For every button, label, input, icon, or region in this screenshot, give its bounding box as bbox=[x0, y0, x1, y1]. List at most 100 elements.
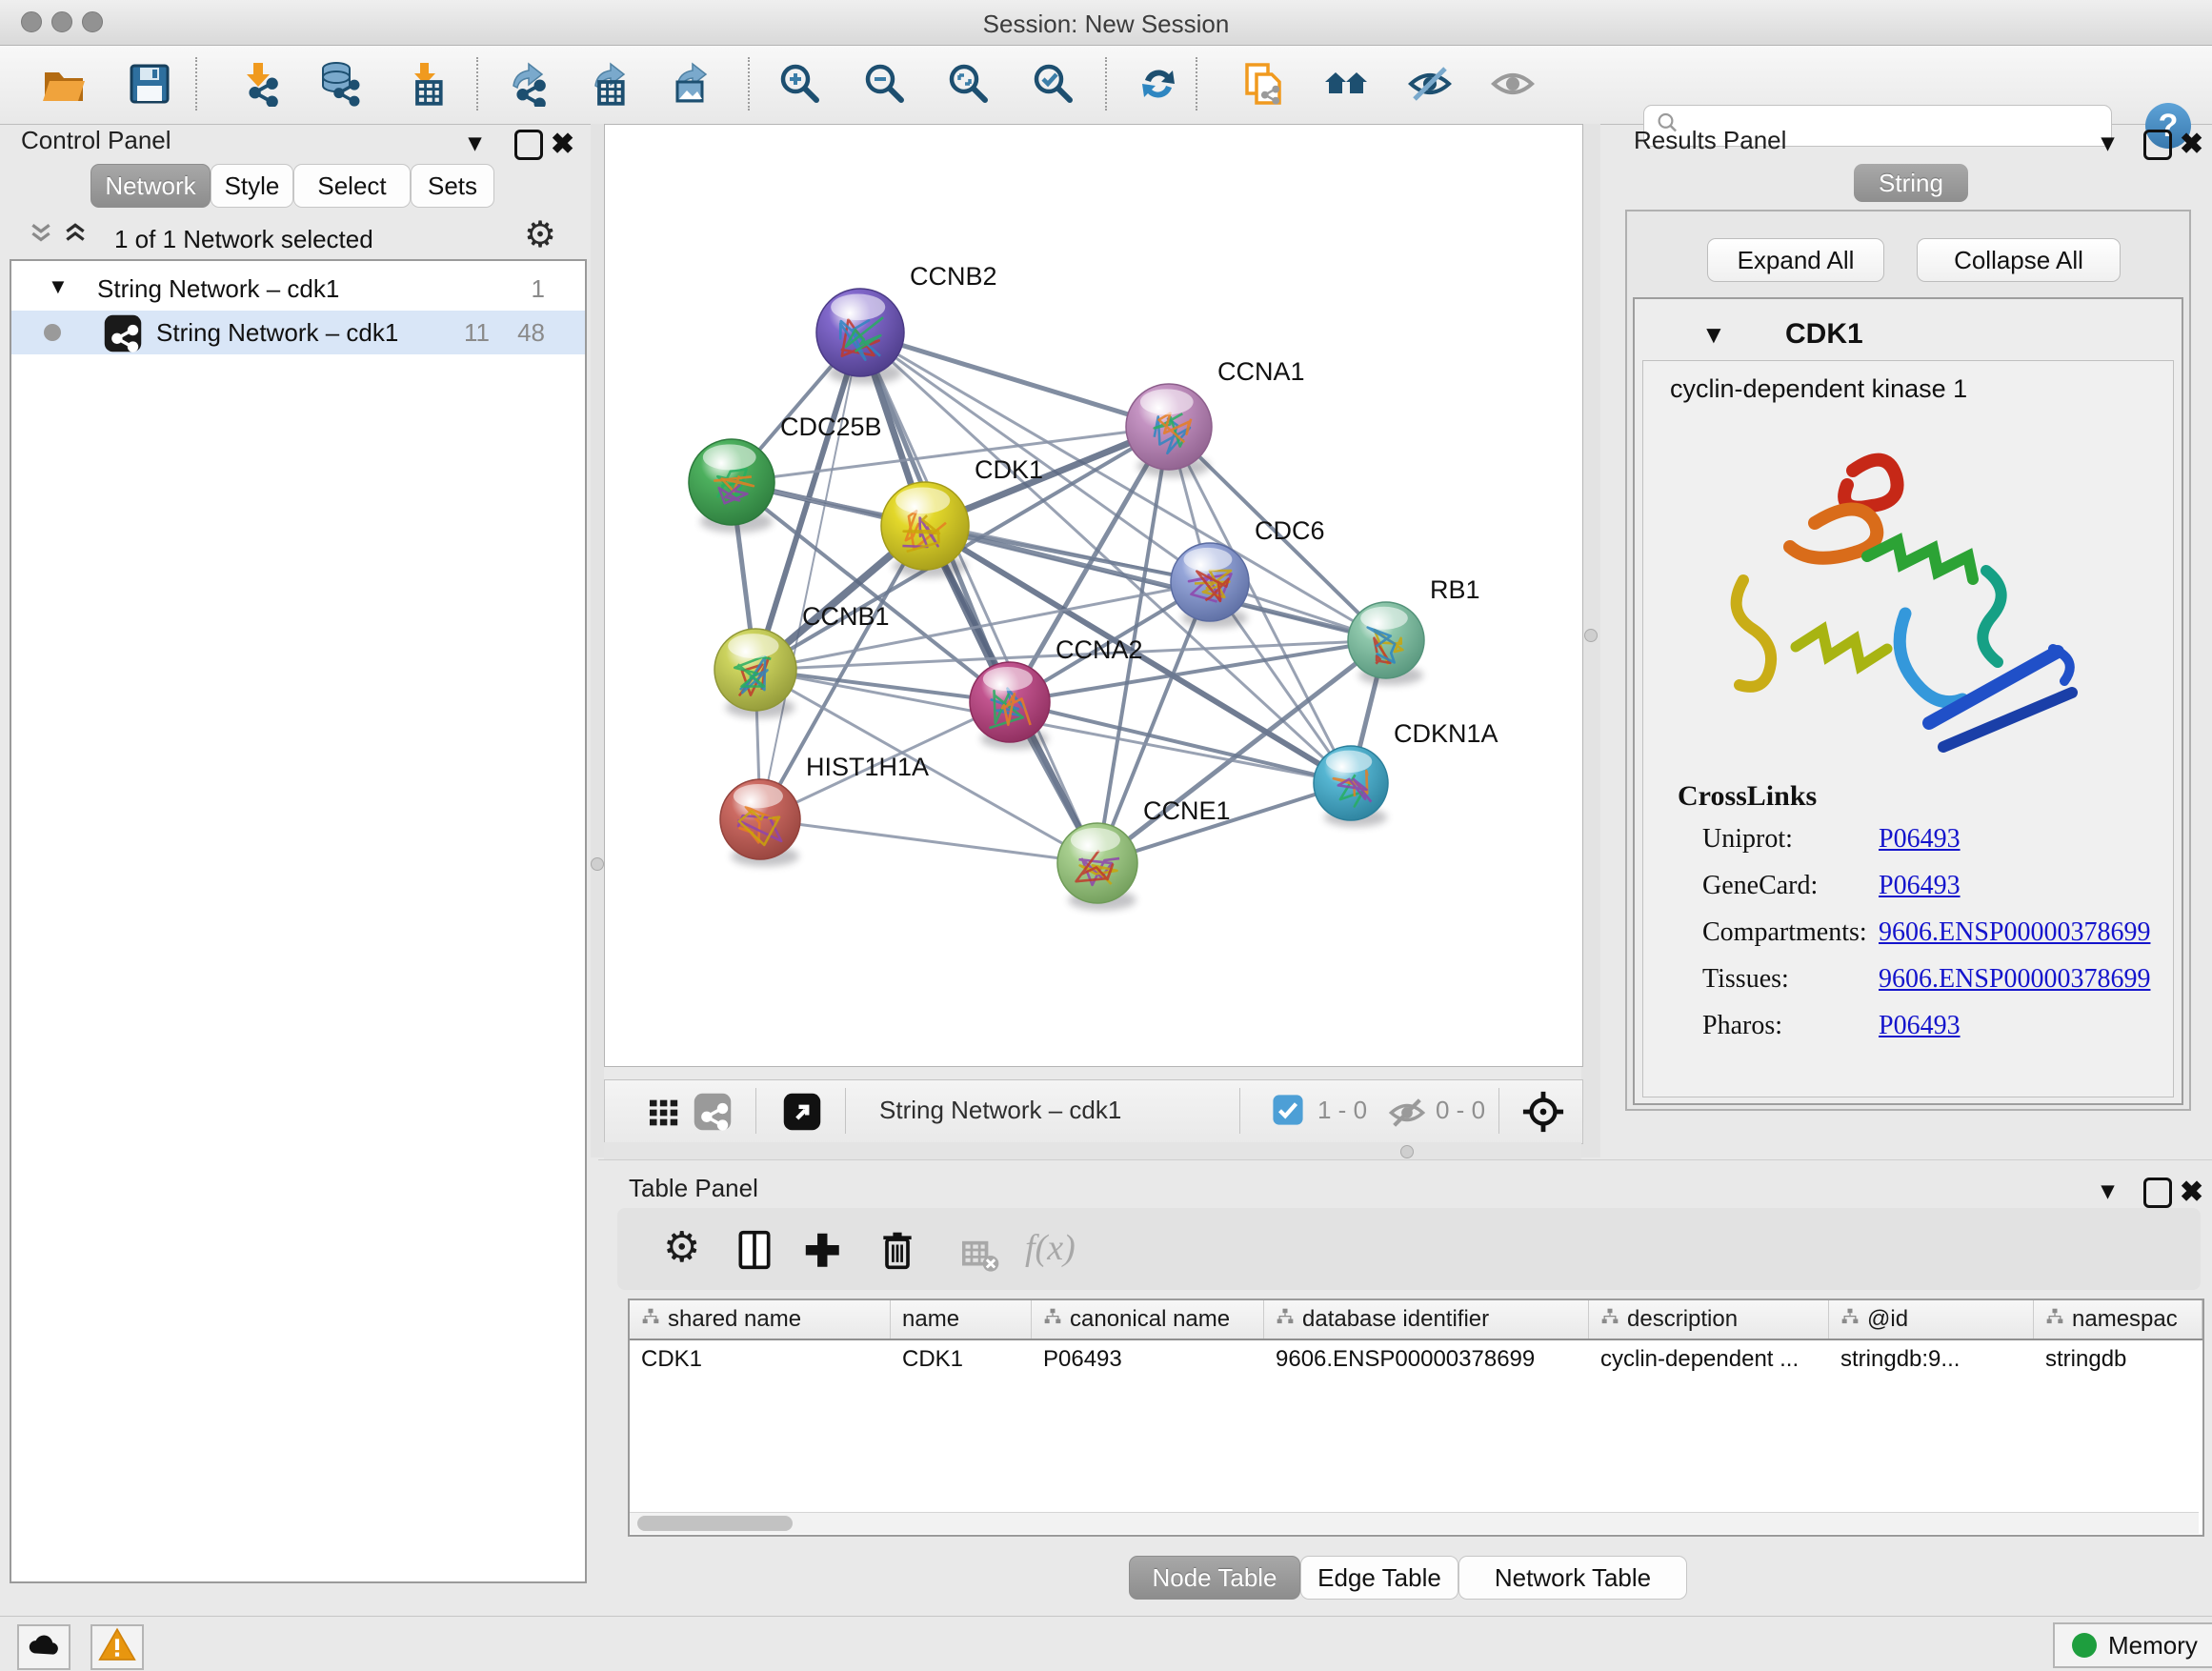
zoom-selected-icon[interactable] bbox=[1028, 59, 1077, 109]
network-edge[interactable] bbox=[760, 332, 860, 819]
function-builder-icon[interactable]: f(x) bbox=[1025, 1227, 1076, 1269]
column-header-shared-name[interactable]: shared name bbox=[630, 1300, 891, 1339]
expand-all-button[interactable]: Expand All bbox=[1707, 238, 1884, 282]
network-tree-row[interactable]: ▼ String Network – cdk1 1 bbox=[11, 267, 585, 311]
open-in-window-icon[interactable] bbox=[782, 1092, 822, 1137]
table-cell[interactable]: P06493 bbox=[1032, 1340, 1264, 1379]
expand-all-networks-icon[interactable] bbox=[29, 221, 53, 251]
export-image-icon[interactable] bbox=[666, 59, 715, 109]
collapse-all-networks-icon[interactable] bbox=[63, 221, 88, 251]
tab-network[interactable]: Network bbox=[90, 164, 211, 208]
import-database-icon[interactable] bbox=[315, 59, 365, 109]
table-panel-close-icon[interactable]: ✖ bbox=[2180, 1176, 2203, 1209]
control-panel-float-icon[interactable] bbox=[514, 130, 543, 160]
network-node-RB1[interactable] bbox=[1348, 602, 1424, 678]
network-node-CDKN1A[interactable] bbox=[1314, 746, 1388, 820]
column-header-canonical-name[interactable]: canonical name bbox=[1032, 1300, 1264, 1339]
grid-view-icon[interactable] bbox=[645, 1094, 683, 1137]
control-panel-collapse-icon[interactable]: ▾ bbox=[469, 128, 481, 157]
table-cell[interactable]: CDK1 bbox=[891, 1340, 1032, 1379]
table-cell[interactable]: CDK1 bbox=[630, 1340, 891, 1379]
table-cell[interactable]: stringdb:9... bbox=[1829, 1340, 2034, 1379]
table-hscrollbar[interactable] bbox=[630, 1512, 2199, 1534]
zoom-out-icon[interactable] bbox=[859, 59, 909, 109]
network-edge[interactable] bbox=[760, 819, 1097, 863]
import-network-icon[interactable] bbox=[234, 59, 284, 109]
crosslink-link[interactable]: 9606.ENSP00000378699 bbox=[1879, 964, 2150, 995]
left-splitter[interactable] bbox=[591, 124, 604, 1158]
hide-eye-icon[interactable] bbox=[1405, 59, 1455, 109]
clone-network-icon[interactable] bbox=[1239, 59, 1289, 109]
network-node-CCNB1[interactable] bbox=[714, 629, 796, 711]
network-node-HIST1H1A[interactable] bbox=[720, 779, 800, 859]
network-graph[interactable]: CCNB2CCNA1CDC25BCDK1CDC6RB1CCNB1CCNA2CDK… bbox=[605, 125, 1582, 1066]
tab-style[interactable]: Style bbox=[211, 164, 293, 208]
table-panel-float-icon[interactable] bbox=[2143, 1178, 2172, 1208]
delete-table-icon[interactable] bbox=[962, 1237, 1000, 1279]
network-edge[interactable] bbox=[860, 332, 1097, 863]
column-header-namespac[interactable]: namespac bbox=[2034, 1300, 2202, 1339]
network-node-CDC25B[interactable] bbox=[689, 439, 774, 525]
home-pair-icon[interactable] bbox=[1321, 59, 1371, 109]
column-header--id[interactable]: @id bbox=[1829, 1300, 2034, 1339]
export-network-icon[interactable] bbox=[502, 59, 552, 109]
tab-node-table[interactable]: Node Table bbox=[1129, 1556, 1300, 1600]
results-panel-float-icon[interactable] bbox=[2143, 130, 2172, 160]
tree-expand-icon[interactable]: ▼ bbox=[48, 274, 69, 299]
selected-checkbox-icon[interactable] bbox=[1272, 1094, 1304, 1131]
tab-string[interactable]: String bbox=[1854, 164, 1968, 202]
left-splitter-handle[interactable] bbox=[591, 857, 604, 871]
results-panel-collapse-icon[interactable]: ▾ bbox=[2101, 128, 2114, 157]
protein-collapse-icon[interactable]: ▼ bbox=[1701, 320, 1726, 350]
table-row[interactable]: CDK1CDK1P064939606.ENSP00000378699cyclin… bbox=[630, 1340, 2202, 1379]
column-header-description[interactable]: description bbox=[1589, 1300, 1829, 1339]
table-panel-collapse-icon[interactable]: ▾ bbox=[2101, 1176, 2114, 1205]
network-edge[interactable] bbox=[860, 332, 1169, 427]
tab-network-table[interactable]: Network Table bbox=[1458, 1556, 1687, 1600]
tab-sets[interactable]: Sets bbox=[411, 164, 494, 208]
zoom-in-icon[interactable] bbox=[774, 59, 824, 109]
network-node-CDC6[interactable] bbox=[1171, 543, 1249, 621]
table-settings-gear-icon[interactable]: ⚙ bbox=[663, 1227, 700, 1269]
right-splitter[interactable] bbox=[1581, 124, 1600, 1158]
network-options-gear-icon[interactable]: ⚙ bbox=[524, 217, 556, 253]
table-cell[interactable]: cyclin-dependent ... bbox=[1589, 1340, 1829, 1379]
hidden-eye-icon[interactable] bbox=[1388, 1094, 1426, 1137]
cloud-status-button[interactable] bbox=[17, 1624, 70, 1670]
string-network-badge-icon[interactable] bbox=[693, 1092, 733, 1137]
network-node-CCNE1[interactable] bbox=[1057, 823, 1137, 903]
warning-status-button[interactable] bbox=[90, 1624, 144, 1670]
network-canvas[interactable]: CCNB2CCNA1CDC25BCDK1CDC6RB1CCNB1CCNA2CDK… bbox=[604, 124, 1583, 1067]
network-tree-row[interactable]: String Network – cdk1 11 48 bbox=[11, 311, 585, 354]
crosslink-link[interactable]: P06493 bbox=[1879, 824, 1961, 855]
network-node-CCNA1[interactable] bbox=[1126, 384, 1212, 470]
table-cell[interactable]: stringdb bbox=[2034, 1340, 2202, 1379]
table-hscrollbar-thumb[interactable] bbox=[637, 1516, 793, 1531]
open-file-icon[interactable] bbox=[39, 59, 89, 109]
crosslink-link[interactable]: P06493 bbox=[1879, 1011, 1961, 1041]
network-node-CDK1[interactable] bbox=[881, 482, 969, 570]
tab-select[interactable]: Select bbox=[293, 164, 411, 208]
right-splitter-handle[interactable] bbox=[1584, 629, 1598, 642]
collapse-all-button[interactable]: Collapse All bbox=[1917, 238, 2121, 282]
horizontal-splitter-handle[interactable] bbox=[1400, 1145, 1414, 1158]
birdseye-crosshair-icon[interactable] bbox=[1521, 1090, 1565, 1138]
network-node-CCNA2[interactable] bbox=[970, 662, 1050, 742]
show-columns-icon[interactable] bbox=[734, 1229, 775, 1276]
save-session-icon[interactable] bbox=[125, 59, 174, 109]
memory-button[interactable]: Memory bbox=[2053, 1622, 2212, 1668]
column-header-name[interactable]: name bbox=[891, 1300, 1032, 1339]
table-cell[interactable]: 9606.ENSP00000378699 bbox=[1264, 1340, 1589, 1379]
control-panel-close-icon[interactable]: ✖ bbox=[551, 128, 574, 161]
export-table-icon[interactable] bbox=[584, 59, 633, 109]
column-header-database-identifier[interactable]: database identifier bbox=[1264, 1300, 1589, 1339]
zoom-fit-icon[interactable] bbox=[943, 59, 993, 109]
import-table-icon[interactable] bbox=[400, 59, 450, 109]
results-panel-close-icon[interactable]: ✖ bbox=[2180, 128, 2203, 161]
tab-edge-table[interactable]: Edge Table bbox=[1300, 1556, 1458, 1600]
show-eye-icon[interactable] bbox=[1488, 59, 1538, 109]
network-node-CCNB2[interactable] bbox=[816, 289, 904, 376]
crosslink-link[interactable]: 9606.ENSP00000378699 bbox=[1879, 917, 2150, 948]
refresh-layout-icon[interactable] bbox=[1134, 59, 1183, 109]
network-edge[interactable] bbox=[1010, 702, 1351, 783]
